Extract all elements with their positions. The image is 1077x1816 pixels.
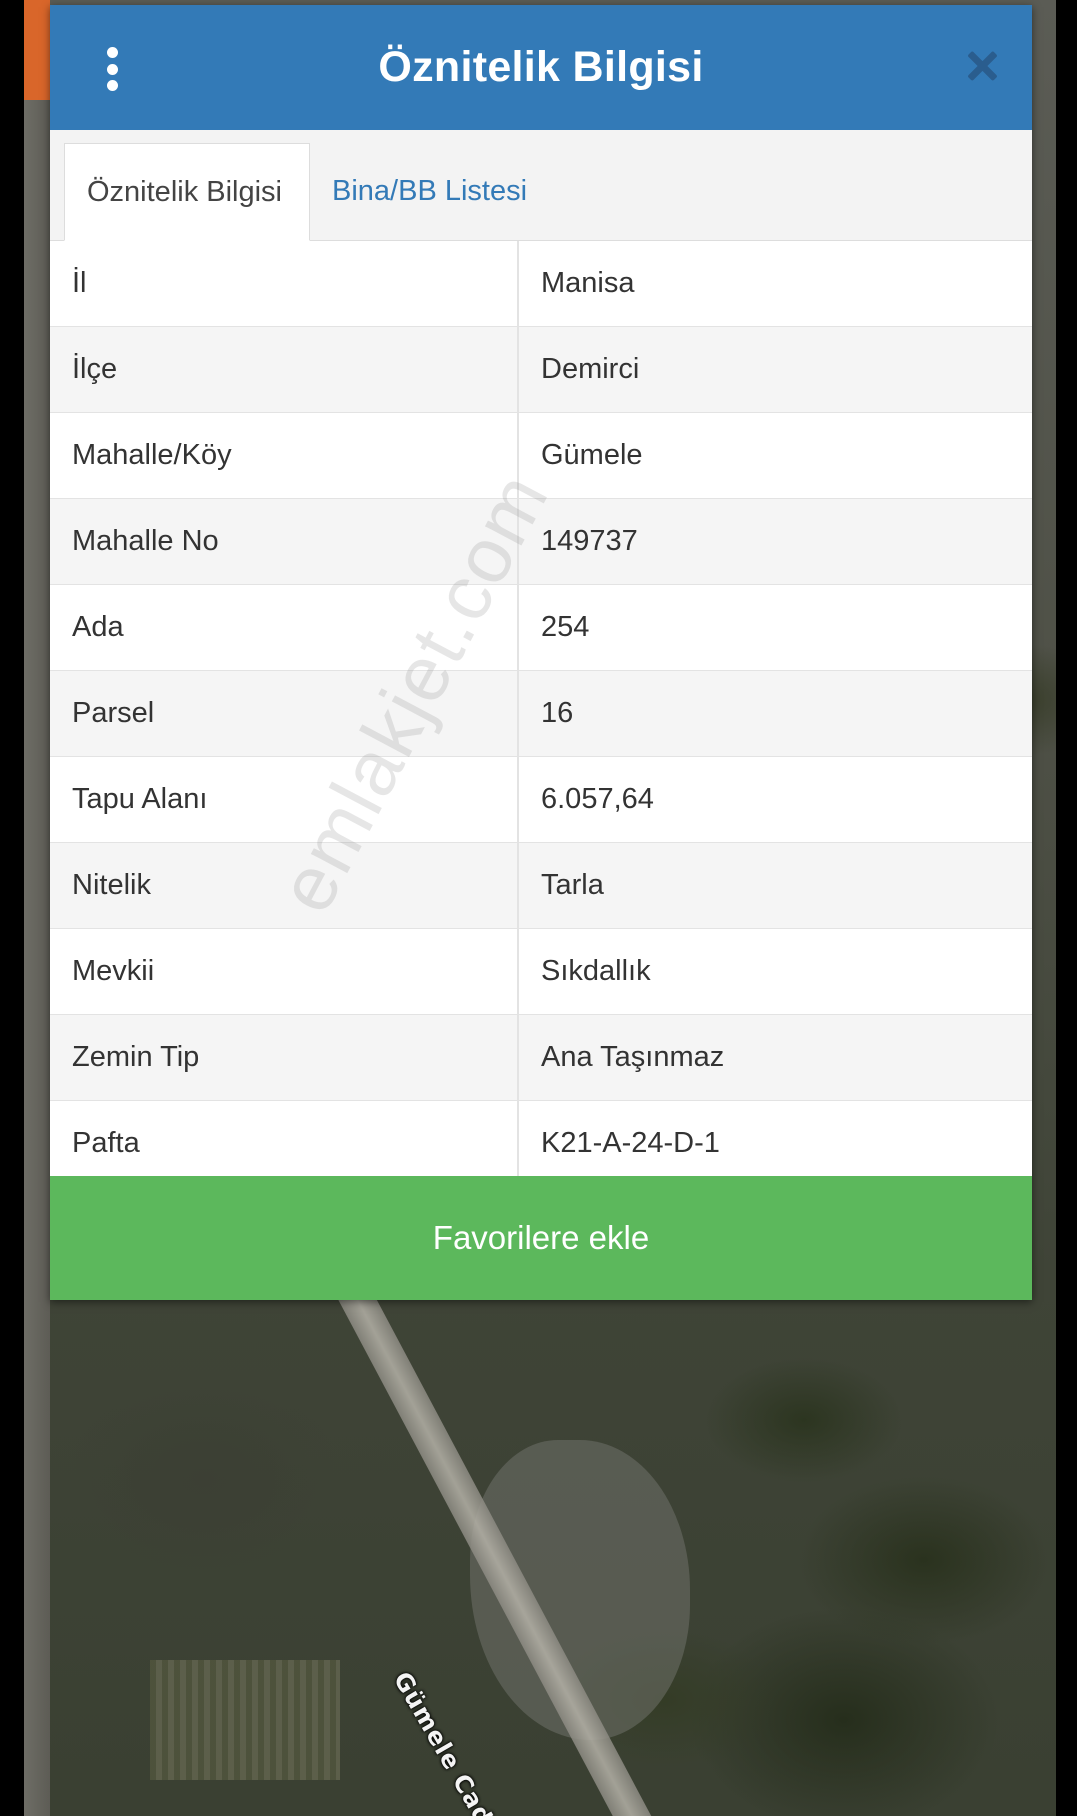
- tab-bar: Öznitelik Bilgisi Bina/BB Listesi: [50, 130, 1032, 241]
- table-row: Mahalle/Köy Gümele: [50, 412, 1032, 499]
- attribute-value: 254: [518, 584, 1032, 671]
- dialog-title: Öznitelik Bilgisi: [378, 43, 704, 91]
- attribute-key: Nitelik: [50, 842, 519, 929]
- attribute-dialog: Öznitelik Bilgisi Öznitelik Bilgisi Bina…: [50, 5, 1032, 1300]
- table-row: İl Manisa: [50, 241, 1032, 327]
- attribute-key: Tapu Alanı: [50, 756, 519, 843]
- attribute-value: 6.057,64: [518, 756, 1032, 843]
- tab-building-list[interactable]: Bina/BB Listesi: [310, 143, 549, 240]
- attribute-key: Pafta: [50, 1100, 519, 1187]
- attribute-key: Mahalle No: [50, 498, 519, 585]
- tab-attribute-info[interactable]: Öznitelik Bilgisi: [64, 143, 310, 241]
- table-row: Nitelik Tarla: [50, 842, 1032, 929]
- attribute-value: Sıkdallık: [518, 928, 1032, 1015]
- attribute-key: İl: [50, 241, 519, 327]
- attribute-key: Mahalle/Köy: [50, 412, 519, 499]
- attribute-value: K21-A-24-D-1: [518, 1100, 1032, 1187]
- add-to-favorites-button[interactable]: Favorilere ekle: [50, 1176, 1032, 1300]
- table-row: Ada 254: [50, 584, 1032, 671]
- map-edge: [24, 0, 50, 1816]
- attribute-table: İl Manisa İlçe Demirci Mahalle/Köy Gümele Maha…: [50, 241, 1032, 1187]
- attribute-key: Zemin Tip: [50, 1014, 519, 1101]
- table-row: İlçe Demirci: [50, 326, 1032, 413]
- attribute-key: Mevkii: [50, 928, 519, 1015]
- orange-corner-accent: [24, 0, 50, 100]
- attribute-value: Gümele: [518, 412, 1032, 499]
- close-icon[interactable]: [964, 48, 1000, 84]
- attribute-value: 16: [518, 670, 1032, 757]
- table-row: Zemin Tip Ana Taşınmaz: [50, 1014, 1032, 1101]
- table-row: Pafta K21-A-24-D-1: [50, 1100, 1032, 1187]
- table-row: Mevkii Sıkdallık: [50, 928, 1032, 1015]
- attribute-key: Parsel: [50, 670, 519, 757]
- table-row: Tapu Alanı 6.057,64: [50, 756, 1032, 843]
- table-row: Mahalle No 149737: [50, 498, 1032, 585]
- attribute-value: Tarla: [518, 842, 1032, 929]
- table-row: Parsel 16: [50, 670, 1032, 757]
- dialog-header: Öznitelik Bilgisi: [50, 5, 1032, 130]
- attribute-value: Ana Taşınmaz: [518, 1014, 1032, 1101]
- screen: Gümele Cadde Öznitelik Bilgisi Öznitelik…: [0, 0, 1077, 1816]
- screen-right-edge: [1056, 0, 1077, 1816]
- attribute-key: İlçe: [50, 326, 519, 413]
- attribute-value: Manisa: [518, 241, 1032, 327]
- attribute-value: 149737: [518, 498, 1032, 585]
- map-field: [150, 1660, 340, 1780]
- attribute-key: Ada: [50, 584, 519, 671]
- more-vertical-icon[interactable]: [100, 47, 124, 91]
- attribute-value: Demirci: [518, 326, 1032, 413]
